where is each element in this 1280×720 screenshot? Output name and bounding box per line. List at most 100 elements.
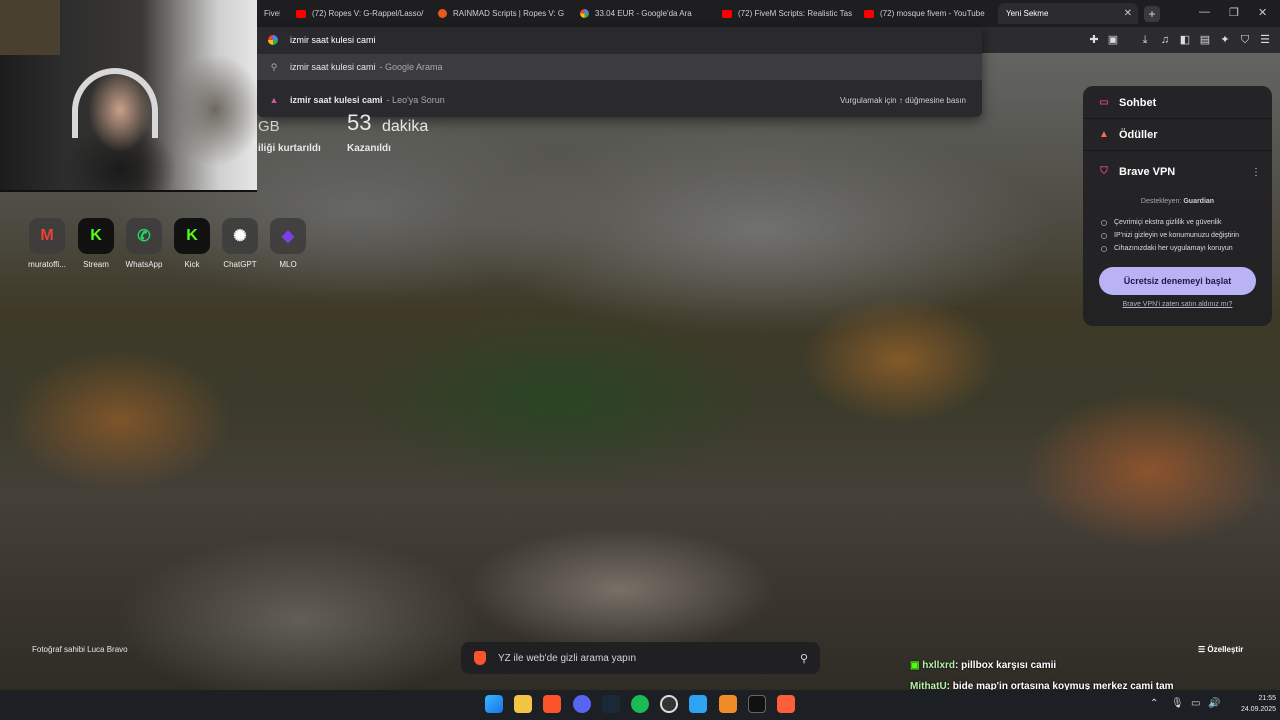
extensions-icon[interactable]: ✚ [1087, 33, 1101, 47]
notepad-icon[interactable] [689, 695, 707, 713]
terminal-icon[interactable] [748, 695, 766, 713]
tab-fivem-scripts[interactable]: (72) FiveM Scripts: Realistic Tas [716, 3, 852, 24]
time-saved-value: 53 [347, 110, 372, 135]
vpn-feature: IP'nizi gizleyin ve konumunuzu değiştiri… [1101, 232, 1239, 239]
shield-icon[interactable]: ⛉ [1238, 33, 1252, 47]
display-icon[interactable]: ▭ [1191, 698, 1200, 709]
tab-label: (72) mosque fivem - YouTube [880, 9, 985, 18]
obs-icon[interactable] [660, 695, 678, 713]
volume-icon[interactable]: 🔊 [1208, 698, 1220, 709]
search-icon[interactable]: ⚲ [800, 652, 808, 665]
check-icon [1101, 232, 1107, 239]
data-saved-label: iliği kurtarıldı [258, 143, 321, 154]
speed-dial-stream[interactable]: K Stream [74, 218, 118, 269]
tab-label: (72) FiveM Scripts: Realistic Tas [738, 9, 852, 18]
suggestion-text: izmir saat kulesi cami [290, 62, 376, 72]
tab-ropes-youtube[interactable]: (72) Ropes V: G-Rappel/Lasso/ [290, 3, 426, 24]
spotify-icon[interactable] [631, 695, 649, 713]
speed-dial-chatgpt[interactable]: ✺ ChatGPT [218, 218, 262, 269]
youtube-icon [864, 9, 874, 18]
tab-fivem[interactable]: FiveM [258, 3, 280, 24]
divider [1083, 150, 1272, 151]
more-options-icon[interactable]: ⋮ [1251, 167, 1261, 178]
vpn-supported-by: Destekleyen: Guardian [1140, 198, 1215, 205]
leo-ai-icon[interactable]: ✦ [1218, 33, 1232, 47]
close-window-icon[interactable]: ✕ [1258, 6, 1267, 19]
tab-new-tab[interactable]: Yeni Sekme ✕ [998, 3, 1138, 24]
google-icon [268, 35, 278, 45]
tab-label: RAINMAD Scripts | Ropes V: G [453, 9, 565, 18]
speed-dial-label: Stream [83, 260, 109, 269]
address-input[interactable] [290, 35, 790, 45]
speed-dial-whatsapp[interactable]: ✆ WhatsApp [122, 218, 166, 269]
private-search-box[interactable]: ⚲ [461, 642, 820, 674]
gmail-icon: M [29, 218, 65, 254]
new-tab-button[interactable]: + [1144, 6, 1160, 22]
youtube-icon [722, 9, 732, 18]
app-icon[interactable] [777, 695, 795, 713]
kick-icon: K [174, 218, 210, 254]
tab-label: (72) Ropes V: G-Rappel/Lasso/ [312, 9, 424, 18]
leo-icon: ▲ [269, 95, 279, 105]
discord-icon[interactable] [573, 695, 591, 713]
whatsapp-icon: ✆ [126, 218, 162, 254]
steam-icon[interactable] [602, 695, 620, 713]
data-saved-unit: GB [258, 118, 280, 135]
check-icon [1101, 245, 1107, 252]
guardian-logo: Guardian [1183, 198, 1215, 205]
speed-dial-label: Kick [184, 260, 200, 269]
headset [72, 68, 158, 138]
windows-start-icon[interactable] [485, 695, 503, 713]
tray-overflow-icon[interactable]: ⌃ [1150, 698, 1158, 709]
tab-mosque-fivem[interactable]: (72) mosque fivem - YouTube [858, 3, 994, 24]
omnibox[interactable] [257, 27, 982, 53]
suggestion-google-search[interactable]: ⚲ izmir saat kulesi cami - Google Arama [257, 54, 982, 80]
sidebar-icon[interactable]: ◧ [1178, 33, 1192, 47]
google-icon [580, 9, 589, 18]
system-clock[interactable]: 21:55 24.09.2025 [1226, 693, 1276, 715]
vpn-widget-title: ⛉ Brave VPN [1097, 166, 1175, 178]
stream-chat-message: ▣ hxllxrd: pillbox karşısı camii [910, 660, 1057, 671]
tab-label: 33.04 EUR - Google'da Ara [595, 9, 692, 18]
speed-dial-label: WhatsApp [125, 260, 163, 269]
rewards-widget[interactable]: ▲ Ödüller [1097, 129, 1157, 141]
check-icon [1101, 219, 1107, 226]
customize-button[interactable]: ☰ Özelleştir [1198, 645, 1243, 654]
suggestion-text: izmir saat kulesi cami [290, 95, 383, 105]
brave-wallet-icon[interactable]: ▤ [1198, 33, 1212, 47]
download-icon[interactable]: ⤓ [1138, 33, 1152, 47]
file-explorer-icon[interactable] [514, 695, 532, 713]
app-icon[interactable] [719, 695, 737, 713]
microphone-icon[interactable]: 🎙 [1171, 698, 1184, 709]
speed-dial-mlo[interactable]: ◆ MLO [266, 218, 310, 269]
mlo-icon: ◆ [270, 218, 306, 254]
suggestion-hint: Vurgulamak için ↑ düğmesine basın [840, 95, 966, 105]
wallet-icon[interactable]: ▣ [1106, 33, 1120, 47]
close-tab-icon[interactable]: ✕ [1124, 8, 1132, 19]
speed-dial-kick[interactable]: K Kick [170, 218, 214, 269]
tab-google-search[interactable]: 33.04 EUR - Google'da Ara [574, 3, 710, 24]
customize-icon: ☰ [1198, 645, 1208, 654]
search-input[interactable] [498, 652, 788, 664]
omnibox-dropdown: ⚲ izmir saat kulesi cami - Google Arama … [257, 27, 982, 117]
start-free-trial-button[interactable]: Ücretsiz denemeyi başlat [1099, 267, 1256, 295]
speed-dial-gmail[interactable]: M muratoffi... [25, 218, 69, 269]
chat-badge-icon: ▣ [910, 660, 923, 671]
time-saved-unit: dakika [382, 118, 429, 135]
minimize-icon[interactable]: — [1199, 6, 1210, 18]
already-purchased-link[interactable]: Brave VPN'i zaten satın aldınız mı? [1083, 301, 1272, 308]
menu-icon[interactable]: ☰ [1258, 33, 1272, 47]
brave-browser-icon[interactable] [543, 695, 561, 713]
youtube-icon [296, 9, 306, 18]
vpn-feature: Çevrimiçi ekstra gizlilik ve güvenlik [1101, 219, 1221, 226]
maximize-icon[interactable]: ❐ [1229, 6, 1239, 19]
tab-label: Yeni Sekme [1006, 9, 1049, 18]
photo-credit[interactable]: Fotoğraf sahibi Luca Bravo [32, 645, 128, 654]
vpn-label: Brave VPN [1119, 166, 1176, 178]
chat-widget[interactable]: ▭ Sohbet [1097, 97, 1156, 109]
clock-time: 21:55 [1258, 695, 1276, 702]
tab-rainmad[interactable]: RAINMAD Scripts | Ropes V: G [432, 3, 568, 24]
speed-dial-label: ChatGPT [223, 260, 257, 269]
music-icon[interactable]: ♫ [1158, 33, 1172, 47]
webcam-overlay [0, 0, 257, 192]
